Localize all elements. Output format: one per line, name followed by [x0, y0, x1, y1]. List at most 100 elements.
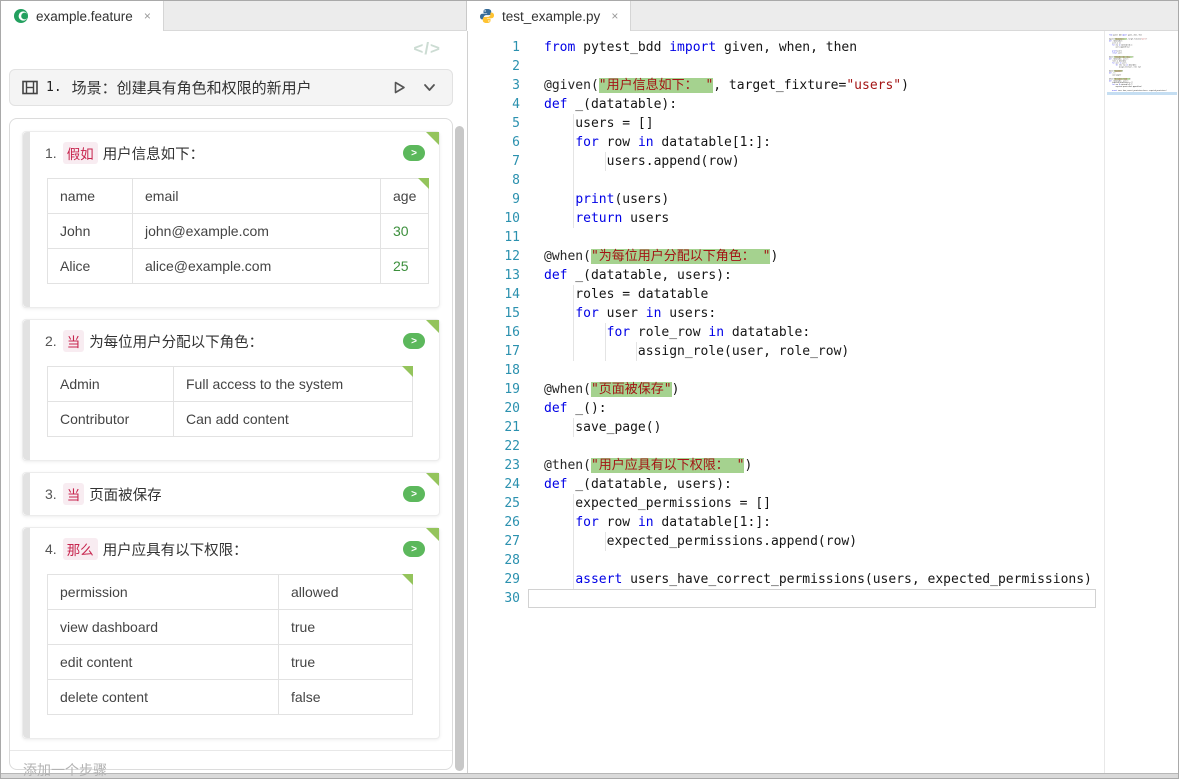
caret-line-highlight — [528, 589, 1096, 608]
code-line[interactable]: 29 assert users_have_correct_permissions… — [468, 570, 1178, 589]
table-cell[interactable]: 25 — [381, 249, 429, 284]
step-table-wrap: AdminFull access to the systemContributo… — [47, 366, 413, 437]
table-cell[interactable]: John — [48, 214, 133, 249]
code-content: roles = datatable — [544, 285, 708, 304]
code-line[interactable]: 6 for row in datatable[1:]: — [468, 133, 1178, 152]
code-line[interactable]: 24def _(datatable, users): — [468, 475, 1178, 494]
step-text[interactable]: 用户应具有以下权限： — [103, 539, 248, 560]
code-line[interactable]: 3@given("用户信息如下： ", target_fixture="user… — [468, 76, 1178, 95]
table-cell[interactable]: permission — [48, 575, 279, 610]
code-line[interactable]: 7 users.append(row) — [468, 152, 1178, 171]
code-content: print(users) — [544, 190, 669, 209]
step-text[interactable]: 用户信息如下： — [103, 143, 205, 164]
indent-guide — [573, 570, 574, 589]
tab-test-example-py[interactable]: test_example.py × — [467, 1, 631, 31]
indent-guide — [636, 342, 637, 361]
code-line[interactable]: 16 for role_row in datatable: — [468, 323, 1178, 342]
table-cell[interactable]: Alice — [48, 249, 133, 284]
table-cell[interactable]: false — [279, 680, 413, 715]
scenario-header[interactable]: 1. 场景：创建具有角色和权限的新用户 — [9, 69, 453, 106]
code-line[interactable]: 11 — [468, 228, 1178, 247]
table-cell[interactable]: delete content — [48, 680, 279, 715]
code-content: for row in datatable[1:]: — [544, 513, 771, 532]
code-line[interactable]: 12@when("为每位用户分配以下角色： ") — [468, 247, 1178, 266]
indent-guide — [573, 285, 574, 304]
code-line[interactable]: 2 — [468, 57, 1178, 76]
table-row: Alicealice@example.com25 — [48, 249, 429, 284]
code-content: for row in datatable[1:]: — [544, 133, 771, 152]
close-icon[interactable]: × — [611, 9, 618, 23]
table-cell[interactable]: edit content — [48, 645, 279, 680]
step-card[interactable]: 3.当页面被保存> — [22, 472, 440, 516]
step-run-badge[interactable]: > — [403, 486, 425, 502]
table-cell[interactable]: true — [279, 610, 413, 645]
code-line[interactable]: 14 roles = datatable — [468, 285, 1178, 304]
code-line[interactable]: 23@then("用户应具有以下权限： ") — [468, 456, 1178, 475]
code-line[interactable]: 1from pytest_bdd import given, when, the… — [468, 38, 1178, 57]
step-text[interactable]: 为每位用户分配以下角色： — [89, 331, 263, 352]
tab-title: example.feature — [36, 9, 133, 24]
left-panel-scrollbar[interactable] — [455, 126, 464, 771]
code-line[interactable]: 18 — [468, 361, 1178, 380]
code-line[interactable]: 19@when("页面被保存") — [468, 380, 1178, 399]
step-keyword: 那么 — [63, 538, 98, 560]
minimap[interactable]: from pytest_bdd import given, when, then… — [1104, 31, 1178, 773]
table-cell[interactable]: email — [133, 179, 381, 214]
step-run-badge[interactable]: > — [403, 541, 425, 557]
line-number: 9 — [468, 190, 520, 209]
step-card[interactable]: 1.假如用户信息如下：>nameemailageJohnjohn@example… — [22, 131, 440, 308]
line-number: 21 — [468, 418, 520, 437]
code-line[interactable]: 9 print(users) — [468, 190, 1178, 209]
line-number: 2 — [468, 57, 520, 76]
code-line[interactable]: 5 users = [] — [468, 114, 1178, 133]
table-cell[interactable]: alice@example.com — [133, 249, 381, 284]
run-scenario-button[interactable] — [388, 77, 410, 99]
code-line[interactable]: 8 — [468, 171, 1178, 190]
table-row: ContributorCan add content — [48, 402, 413, 437]
code-line[interactable]: 17 assign_role(user, role_row) — [468, 342, 1178, 361]
code-line[interactable]: 15 for user in users: — [468, 304, 1178, 323]
step-data-table: AdminFull access to the systemContributo… — [47, 366, 413, 437]
code-editor[interactable]: 1from pytest_bdd import given, when, the… — [468, 31, 1178, 608]
table-cell[interactable]: Contributor — [48, 402, 174, 437]
code-content: def _(datatable, users): — [544, 266, 732, 285]
table-cell[interactable]: true — [279, 645, 413, 680]
step-text[interactable]: 页面被保存 — [89, 484, 162, 505]
table-cell[interactable]: john@example.com — [133, 214, 381, 249]
code-line[interactable]: 26 for row in datatable[1:]: — [468, 513, 1178, 532]
step-run-badge[interactable]: > — [403, 145, 425, 161]
collapse-chevron-icon[interactable] — [418, 77, 440, 99]
tab-example-feature[interactable]: example.feature × — [1, 1, 164, 31]
code-line[interactable]: 22 — [468, 437, 1178, 456]
table-cell[interactable]: name — [48, 179, 133, 214]
code-line[interactable]: 13def _(datatable, users): — [468, 266, 1178, 285]
code-line[interactable]: 28 — [468, 551, 1178, 570]
code-line[interactable]: 27 expected_permissions.append(row) — [468, 532, 1178, 551]
step-run-badge[interactable]: > — [403, 333, 425, 349]
line-number: 25 — [468, 494, 520, 513]
table-cell[interactable]: allowed — [279, 575, 413, 610]
close-icon[interactable]: × — [144, 9, 151, 23]
code-content: def _(datatable, users): — [544, 475, 732, 494]
table-cell[interactable]: Admin — [48, 367, 174, 402]
code-line[interactable]: 20def _(): — [468, 399, 1178, 418]
view-source-toggle-icon[interactable]: </> — [413, 39, 441, 59]
line-number: 19 — [468, 380, 520, 399]
table-cell[interactable]: Can add content — [174, 402, 413, 437]
tab-bar: example.feature × test_example.py × — [1, 1, 1178, 31]
code-content: @given("用户信息如下： ", target_fixture="users… — [544, 76, 909, 95]
step-card[interactable]: 4.那么用户应具有以下权限：>permissionallowedview das… — [22, 527, 440, 739]
step-card[interactable]: 2.当为每位用户分配以下角色：>AdminFull access to the … — [22, 319, 440, 461]
line-number: 16 — [468, 323, 520, 342]
line-number: 30 — [468, 589, 520, 608]
step-number: 1. — [45, 145, 57, 161]
code-line[interactable]: 10 return users — [468, 209, 1178, 228]
code-line[interactable]: 25 expected_permissions = [] — [468, 494, 1178, 513]
code-line[interactable]: 21 save_page() — [468, 418, 1178, 437]
table-cell[interactable]: view dashboard — [48, 610, 279, 645]
add-step-input[interactable]: 添加一个步骤 — [10, 750, 452, 779]
table-cell[interactable]: 30 — [381, 214, 429, 249]
code-line[interactable]: 4def _(datatable): — [468, 95, 1178, 114]
line-number: 7 — [468, 152, 520, 171]
table-cell[interactable]: Full access to the system — [174, 367, 413, 402]
